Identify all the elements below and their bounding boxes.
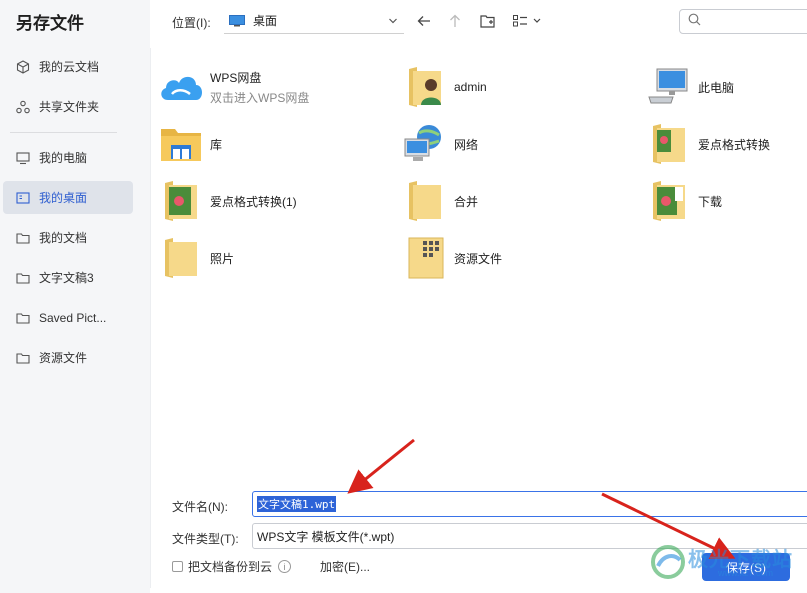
sidebar-item-label: 我的桌面	[39, 191, 88, 205]
library-folder-icon	[158, 121, 204, 167]
save-as-dialog: 另存文件 我的云文档 共享文件夹 我的电脑 我的桌面 我的文档 文字文稿3 Sa…	[0, 0, 807, 593]
file-item-resource-files[interactable]: 资源文件	[402, 231, 502, 285]
file-name: 合并	[454, 194, 479, 209]
folder-icon	[16, 271, 30, 285]
wps-cloud-icon	[158, 64, 204, 110]
sidebar-item-label: 我的文档	[39, 231, 88, 245]
image-folder-icon	[158, 178, 204, 224]
watermark-logo-icon	[651, 545, 685, 579]
file-name: 爱点格式转换	[698, 137, 771, 152]
sidebar-item-label: 我的电脑	[39, 151, 88, 165]
sidebar-item-label: 资源文件	[39, 351, 88, 365]
computer-icon	[646, 64, 692, 110]
sidebar-item-cloud-docs[interactable]: 我的云文档	[3, 50, 133, 83]
network-icon	[402, 121, 448, 167]
file-name: admin	[454, 80, 487, 94]
file-item-photos[interactable]: 照片	[158, 231, 234, 285]
file-item-wps-cloud[interactable]: WPS网盘 双击进入WPS网盘	[158, 60, 309, 114]
backup-label: 把文档备份到云	[188, 560, 273, 574]
search-icon	[688, 13, 701, 31]
image-folder-icon	[646, 178, 692, 224]
desktop-icon	[16, 191, 30, 205]
folder-icon	[402, 178, 448, 224]
chevron-down-icon	[388, 15, 398, 29]
sidebar: 另存文件 我的云文档 共享文件夹 我的电脑 我的桌面 我的文档 文字文稿3 Sa…	[0, 0, 150, 593]
folder-icon	[16, 231, 30, 245]
sidebar-item-resource-files[interactable]: 资源文件	[3, 341, 133, 374]
folder-icon	[16, 351, 30, 365]
sidebar-item-label: Saved Pict...	[39, 310, 107, 325]
sidebar-item-wenzi-wengao3[interactable]: 文字文稿3	[3, 261, 133, 294]
backup-to-cloud-option[interactable]: 把文档备份到云 i	[172, 558, 292, 575]
file-item-aidian-convert[interactable]: 爱点格式转换	[646, 117, 770, 171]
filetype-label: 文件类型(T):	[172, 532, 239, 546]
file-name: 网络	[454, 137, 479, 152]
folder-icon	[16, 311, 30, 325]
file-item-merge[interactable]: 合并	[402, 174, 478, 228]
file-name: 此电脑	[698, 80, 735, 95]
file-subtitle: 双击进入WPS网盘	[210, 90, 310, 105]
cloud-cube-icon	[16, 59, 30, 74]
location-value: 桌面	[253, 14, 278, 28]
dialog-title: 另存文件	[16, 14, 84, 33]
image-folder-icon	[646, 121, 692, 167]
save-button[interactable]: 保存(S)	[702, 553, 790, 581]
sidebar-item-label: 文字文稿3	[39, 271, 94, 285]
filetype-select[interactable]: WPS文字 模板文件(*.wpt)	[252, 523, 807, 549]
view-mode-icon[interactable]	[513, 13, 543, 29]
monitor-icon	[16, 151, 30, 165]
file-item-admin[interactable]: admin	[402, 60, 487, 114]
encrypt-link[interactable]: 加密(E)...	[320, 558, 370, 575]
sidebar-item-my-desktop[interactable]: 我的桌面	[3, 181, 133, 214]
file-item-library[interactable]: 库	[158, 117, 222, 171]
file-grid: WPS网盘 双击进入WPS网盘 admin 此电脑 库 网络 爱点格式转换 爱点…	[150, 58, 807, 298]
file-name: 爱点格式转换(1)	[210, 194, 297, 209]
up-arrow-icon[interactable]	[447, 13, 463, 29]
file-item-this-pc[interactable]: 此电脑	[646, 60, 734, 114]
file-name: 下载	[698, 194, 723, 209]
desktop-icon	[229, 14, 245, 27]
search-input[interactable]	[679, 9, 807, 34]
grid-folder-icon	[402, 235, 448, 281]
filename-field[interactable]: 文字文稿1.wpt	[252, 491, 807, 517]
filetype-value: WPS文字 模板文件(*.wpt)	[257, 529, 395, 544]
info-icon[interactable]: i	[278, 560, 292, 573]
file-item-network[interactable]: 网络	[402, 117, 478, 171]
filename-value: 文字文稿1.wpt	[257, 496, 337, 512]
arrow-to-filename	[347, 438, 415, 494]
sidebar-item-shared-folder[interactable]: 共享文件夹	[3, 90, 133, 123]
backup-checkbox[interactable]	[172, 561, 183, 572]
location-select[interactable]: 桌面	[224, 8, 404, 34]
file-name: 库	[210, 137, 223, 152]
new-folder-icon[interactable]	[480, 13, 496, 29]
file-item-downloads[interactable]: 下载	[646, 174, 722, 228]
sidebar-item-label: 共享文件夹	[39, 100, 100, 114]
sidebar-item-my-computer[interactable]: 我的电脑	[3, 141, 133, 174]
location-label: 位置(I):	[172, 16, 211, 30]
user-folder-icon	[402, 64, 448, 110]
file-name: 照片	[210, 251, 235, 266]
share-icon	[16, 100, 30, 114]
file-item-aidian-convert-1[interactable]: 爱点格式转换(1)	[158, 174, 297, 228]
sidebar-item-label: 我的云文档	[39, 60, 100, 74]
sidebar-item-my-documents[interactable]: 我的文档	[3, 221, 133, 254]
folder-icon	[158, 235, 204, 281]
filename-label: 文件名(N):	[172, 500, 228, 514]
sidebar-divider	[10, 132, 117, 133]
back-arrow-icon[interactable]	[416, 13, 432, 29]
file-name: WPS网盘	[210, 70, 262, 85]
file-name: 资源文件	[454, 251, 503, 266]
sidebar-item-saved-pictures[interactable]: Saved Pict...	[3, 301, 133, 334]
